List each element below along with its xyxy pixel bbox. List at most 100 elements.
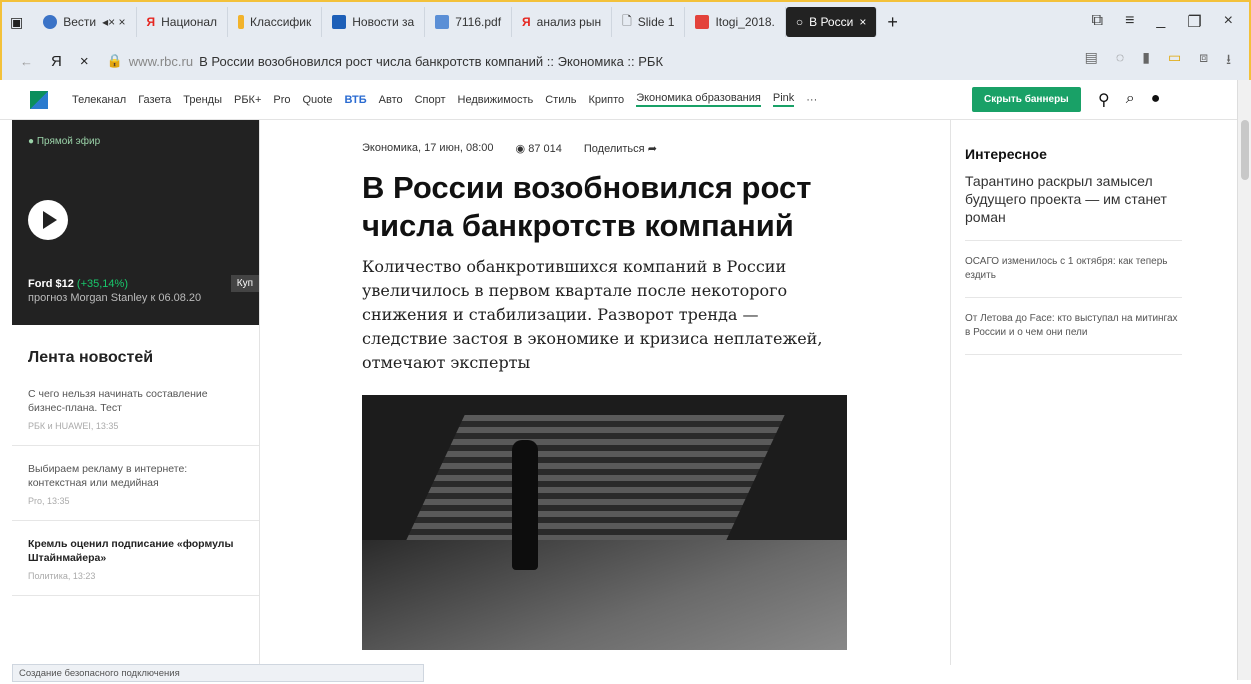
yandex-icon[interactable]: Я <box>51 53 62 70</box>
page-title-in-address: В России возобновился рост числа банкрот… <box>199 53 664 69</box>
forecast: прогноз Morgan Stanley к 06.08.20 <box>28 292 202 304</box>
feed-title: Лента новостей <box>28 349 154 366</box>
live-player: ● Прямой эфир Ford $12 (+35,14%) прогноз… <box>12 120 259 325</box>
nav-pink[interactable]: Pink <box>772 92 795 107</box>
stop-icon[interactable]: × <box>80 53 89 70</box>
article-meta: Экономика, 17 июн, 08:00 ◉ 87 014 Подели… <box>362 142 922 155</box>
nav-quote[interactable]: Quote <box>303 94 333 106</box>
document-icon: 🗋 <box>622 13 632 28</box>
left-column: ● Прямой эфир Ford $12 (+35,14%) прогноз… <box>12 120 260 665</box>
close-window-icon[interactable]: × <box>1224 12 1233 32</box>
photo-stairs <box>399 415 785 555</box>
location-icon[interactable]: ⚲ <box>1098 90 1110 110</box>
nav-sport[interactable]: Спорт <box>415 94 446 106</box>
scrollbar-thumb[interactable] <box>1241 120 1249 180</box>
photo-person <box>512 440 538 570</box>
nav-crypto[interactable]: Крипто <box>589 94 625 106</box>
play-icon[interactable] <box>28 200 68 240</box>
address-bar: ← Я × 🔒 www.rbc.ru В России возобновился… <box>2 42 1249 80</box>
window-controls: ⧉ ≡ _ ❐ × <box>1092 12 1249 32</box>
interesting-title: Интересное <box>965 146 1047 162</box>
nav-vtb[interactable]: ВТБ <box>344 94 366 106</box>
tab-2[interactable]: Классифик <box>228 7 323 37</box>
battery-icon[interactable]: ▭ <box>1168 49 1181 73</box>
nav-tv[interactable]: Телеканал <box>72 94 126 106</box>
nav-icons: ⚲ ⌕ ● <box>1098 90 1160 110</box>
hide-banners-button[interactable]: Скрыть баннеры <box>972 87 1081 112</box>
lock-icon: 🔒 <box>106 53 123 68</box>
interesting-link[interactable]: ОСАГО изменилось с 1 октября: как теперь… <box>965 241 1182 298</box>
tab-list-icon[interactable]: ⧉ <box>1092 12 1103 32</box>
article-title: В России возобновился рост числа банкрот… <box>362 170 812 243</box>
tab-4[interactable]: 7116.pdf <box>425 7 513 37</box>
browser-chrome: ▣ Вести ◂× × Я Национал Классифик Новости … <box>0 0 1251 80</box>
back-icon[interactable]: ← <box>20 54 33 69</box>
favicon-icon <box>43 15 58 29</box>
share-button[interactable]: Поделиться ➦ <box>584 142 657 155</box>
ticker-change: (+35,14%) <box>76 278 128 290</box>
new-tab-icon[interactable]: + <box>887 12 898 33</box>
downloads-tray-icon[interactable]: ⧈ <box>1199 49 1208 73</box>
nav-rbc-plus[interactable]: РБК+ <box>234 94 261 106</box>
user-icon[interactable]: ● <box>1151 90 1161 110</box>
ticker: Ford $12 (+35,14%) <box>28 278 128 290</box>
tab-0[interactable]: Вести ◂× × <box>33 7 137 37</box>
nav-trends[interactable]: Тренды <box>183 94 222 106</box>
nav-realty[interactable]: Недвижимость <box>458 94 534 106</box>
article-section-date[interactable]: Экономика, 17 июн, 08:00 <box>362 142 494 155</box>
tab-3[interactable]: Новости за <box>322 7 426 37</box>
favicon-icon <box>332 15 347 29</box>
url-field[interactable]: 🔒 www.rbc.ru В России возобновился рост … <box>107 53 663 69</box>
status-bar: Создание безопасного подключения <box>12 664 424 682</box>
feed-item[interactable]: Выбираем рекламу в интернете: контекстна… <box>12 446 259 521</box>
nav-more[interactable]: ··· <box>806 94 817 106</box>
tab-1[interactable]: Я Национал <box>137 7 229 37</box>
search-icon[interactable]: ⌕ <box>1126 90 1135 110</box>
right-column: Интересное Тарантино раскрыл замысел буд… <box>950 120 1196 665</box>
tab-7[interactable]: Itogi_2018. <box>685 7 786 37</box>
live-label: ● Прямой эфир <box>28 136 101 147</box>
download-icon[interactable]: ⭳ <box>1226 49 1231 73</box>
interesting-main-link[interactable]: Тарантино раскрыл замысел будущего проек… <box>965 172 1182 241</box>
favicon-icon <box>238 15 245 29</box>
page-scrollbar[interactable] <box>1237 80 1251 680</box>
tab-8-active[interactable]: ○ В Росси × <box>785 7 878 37</box>
article: Экономика, 17 июн, 08:00 ◉ 87 014 Подели… <box>362 120 922 650</box>
share-icon: ➦ <box>647 143 657 155</box>
eye-icon: ◉ <box>515 143 526 155</box>
buy-button[interactable]: Куп <box>230 275 259 292</box>
site-nav: Телеканал Газета Тренды РБК+ Pro Quote В… <box>0 80 1251 120</box>
tab-bar: ▣ Вести ◂× × Я Национал Классифик Новости … <box>2 2 1249 42</box>
article-photo <box>362 395 847 650</box>
tabs-menu-icon[interactable]: ▣ <box>10 14 23 31</box>
pdf-icon <box>695 15 710 29</box>
nav-pro[interactable]: Pro <box>273 94 290 106</box>
feed-item[interactable]: С чего нельзя начинать составление бизне… <box>12 377 259 446</box>
feed-item[interactable]: Кремль оценил подписание «формулы Штайнм… <box>12 521 259 596</box>
close-tab-icon[interactable]: × <box>859 15 866 29</box>
tab-6[interactable]: 🗋 Slide 1 <box>612 7 686 37</box>
yandex-icon: Я <box>146 15 156 29</box>
toolbar-icons: ▤ ◌ ▮ ▭ ⧈ ⭳ <box>1085 49 1249 73</box>
url-host: www.rbc.ru <box>128 53 194 69</box>
interesting-link[interactable]: От Летова до Face: кто выступал на митин… <box>965 298 1182 355</box>
reader-icon[interactable]: ▤ <box>1085 49 1098 73</box>
nav-style[interactable]: Стиль <box>545 94 576 106</box>
rbc-logo-icon[interactable] <box>30 90 48 109</box>
nav-newspaper[interactable]: Газета <box>138 94 171 106</box>
menu-icon[interactable]: ≡ <box>1125 12 1134 32</box>
photo-floor <box>362 540 847 650</box>
mute-icon[interactable]: ◂× × <box>102 15 125 29</box>
nav-auto[interactable]: Авто <box>379 94 403 106</box>
minimize-icon[interactable]: _ <box>1156 12 1165 32</box>
nav-education[interactable]: Экономика образования <box>636 92 761 107</box>
pdf-icon <box>435 15 450 29</box>
yandex-icon: Я <box>522 15 531 29</box>
bookmark-icon[interactable]: ▮ <box>1142 49 1150 73</box>
article-lead: Количество обанкротившихся компаний в Ро… <box>362 257 823 372</box>
article-views: ◉ 87 014 <box>515 143 562 155</box>
loading-icon: ○ <box>795 15 804 29</box>
restore-icon[interactable]: ❐ <box>1187 12 1201 32</box>
protect-icon[interactable]: ◌ <box>1116 49 1124 73</box>
tab-5[interactable]: Яанализ рын <box>512 7 613 37</box>
